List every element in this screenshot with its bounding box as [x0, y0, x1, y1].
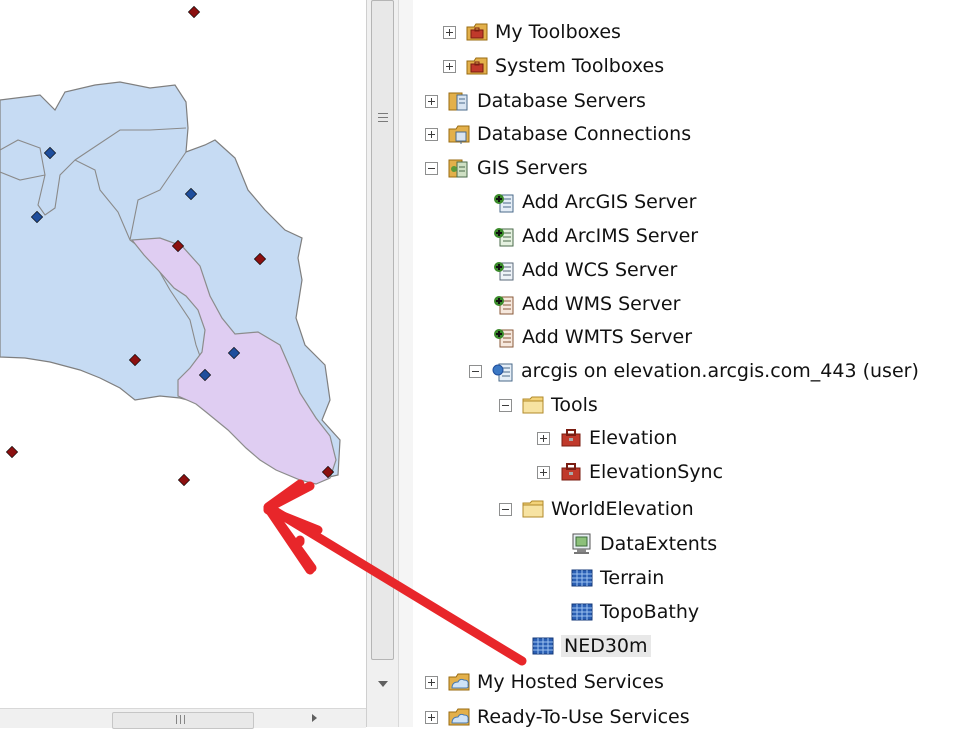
tree-item-system-toolboxes[interactable]: System Toolboxes [443, 49, 664, 83]
scroll-down-arrow-icon[interactable] [371, 676, 394, 692]
tree-item-label: Database Servers [477, 90, 646, 112]
tree-item-elevation-server-connection[interactable]: arcgis on elevation.arcgis.com_443 (user… [469, 354, 919, 388]
map-service-icon [571, 533, 593, 555]
add-server-icon [493, 293, 515, 315]
expand-icon[interactable] [537, 431, 550, 445]
expand-icon[interactable] [443, 25, 456, 39]
tree-item-label: WorldElevation [551, 498, 694, 520]
toolbox-folder-icon [466, 55, 488, 77]
expand-icon[interactable] [425, 127, 438, 141]
tree-item-worldelevation-folder[interactable]: WorldElevation [499, 492, 694, 526]
map-horizontal-scrollbar[interactable]: ||| [0, 708, 366, 729]
tree-item-terrain[interactable]: Terrain [571, 561, 664, 595]
add-server-icon [493, 191, 515, 213]
collapse-icon[interactable] [425, 161, 438, 175]
tree-item-label: Add ArcGIS Server [522, 191, 697, 213]
add-server-icon [493, 259, 515, 281]
tree-item-add-arcgis-server[interactable]: Add ArcGIS Server [493, 185, 696, 219]
grip-icon: ||| [175, 715, 188, 725]
expand-icon[interactable] [537, 465, 550, 479]
hosted-services-icon [448, 671, 470, 693]
grip-icon [378, 113, 388, 114]
tree-item-label: arcgis on elevation.arcgis.com_443 (user… [521, 360, 919, 382]
tree-item-label: DataExtents [600, 533, 718, 555]
add-server-icon [493, 326, 515, 348]
gis-server-icon [448, 157, 470, 179]
tree-item-add-wcs-server[interactable]: Add WCS Server [493, 253, 677, 287]
image-service-icon [571, 567, 593, 589]
map-canvas[interactable] [0, 0, 366, 682]
tree-item-add-arcims-server[interactable]: Add ArcIMS Server [493, 219, 698, 253]
tree-item-label: My Hosted Services [477, 671, 664, 693]
tree-item-add-wms-server[interactable]: Add WMS Server [493, 287, 680, 321]
horizontal-scroll-thumb[interactable]: ||| [112, 712, 254, 729]
tree-item-my-hosted-services[interactable]: My Hosted Services [425, 665, 664, 699]
tree-item-label: Add WMS Server [522, 293, 681, 315]
tree-item-label: Tools [551, 394, 598, 416]
expand-icon[interactable] [443, 59, 456, 73]
map-vertical-scrollbar[interactable] [366, 0, 399, 727]
expand-icon[interactable] [425, 94, 438, 108]
catalog-tree[interactable]: My Toolboxes System Toolboxes Database S… [413, 0, 969, 728]
tree-item-add-wmts-server[interactable]: Add WMTS Server [493, 320, 692, 354]
annotation-arrow [263, 481, 323, 575]
tree-item-elevation-toolbox[interactable]: Elevation [537, 421, 677, 455]
expand-icon[interactable] [425, 710, 438, 724]
tree-item-label: GIS Servers [477, 157, 588, 179]
collapse-icon[interactable] [499, 398, 512, 412]
pane-splitter[interactable] [398, 0, 414, 727]
collapse-icon[interactable] [499, 502, 512, 516]
scroll-right-arrow-icon[interactable] [312, 714, 317, 722]
tree-item-label: ElevationSync [589, 461, 724, 483]
tree-item-tools-folder[interactable]: Tools [499, 388, 598, 422]
grip-icon [378, 117, 388, 118]
toolbox-icon [560, 427, 582, 449]
tree-item-ready-to-use-services[interactable]: Ready-To-Use Services [425, 700, 690, 734]
tree-item-label: Terrain [600, 567, 665, 589]
toolbox-folder-icon [466, 21, 488, 43]
database-server-icon [448, 90, 470, 112]
folder-icon [522, 498, 544, 520]
tree-item-dataextents[interactable]: DataExtents [571, 527, 717, 561]
collapse-icon[interactable] [469, 364, 482, 378]
tree-item-elevationsync-toolbox[interactable]: ElevationSync [537, 455, 723, 489]
tree-item-ned30m[interactable]: NED30m [532, 629, 651, 663]
tree-item-label: Add WCS Server [522, 259, 678, 281]
tree-item-label: Database Connections [477, 123, 692, 145]
tree-item-label: Elevation [589, 427, 678, 449]
tree-item-label: System Toolboxes [495, 55, 665, 77]
expand-icon[interactable] [425, 675, 438, 689]
add-server-icon [493, 225, 515, 247]
image-service-icon [571, 601, 593, 623]
tree-item-label: Add WMTS Server [522, 326, 693, 348]
grip-icon [378, 121, 388, 122]
tree-item-database-servers[interactable]: Database Servers [425, 84, 646, 118]
tree-item-topobathy[interactable]: TopoBathy [571, 595, 699, 629]
tree-item-my-toolboxes[interactable]: My Toolboxes [443, 15, 621, 49]
tree-item-label: NED30m [561, 635, 651, 657]
tree-item-gis-servers[interactable]: GIS Servers [425, 151, 588, 185]
tree-item-label: TopoBathy [600, 601, 700, 623]
toolbox-icon [560, 461, 582, 483]
vertical-scroll-thumb[interactable] [371, 0, 394, 660]
tree-item-label: Ready-To-Use Services [477, 706, 690, 728]
folder-icon [522, 394, 544, 416]
image-service-icon [532, 635, 554, 657]
server-connection-icon [492, 360, 514, 382]
tree-item-label: My Toolboxes [495, 21, 621, 43]
hosted-services-icon [448, 706, 470, 728]
database-connection-icon [448, 123, 470, 145]
map-view[interactable] [0, 0, 366, 682]
tree-item-label: Add ArcIMS Server [522, 225, 699, 247]
tree-item-database-connections[interactable]: Database Connections [425, 117, 691, 151]
